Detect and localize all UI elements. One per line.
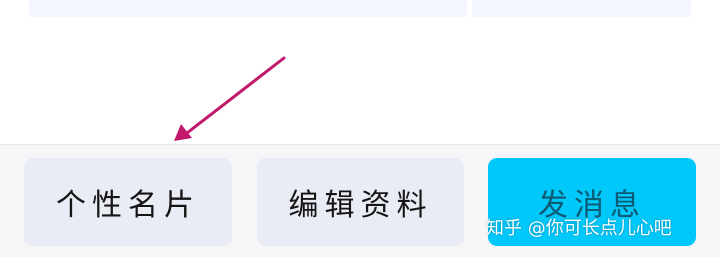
personal-card-label: 个性名片	[56, 188, 200, 223]
edit-profile-button[interactable]: 编辑资料	[257, 158, 464, 246]
profile-action-bar: 个性名片 编辑资料 发消息	[0, 144, 720, 257]
personal-card-button[interactable]: 个性名片	[24, 158, 232, 246]
edit-profile-label: 编辑资料	[288, 188, 433, 223]
profile-content-area	[0, 0, 720, 144]
watermark-text: 知乎 @你可长点儿心吧	[486, 218, 672, 239]
content-card-right	[472, 0, 691, 17]
content-card-left	[29, 0, 467, 17]
